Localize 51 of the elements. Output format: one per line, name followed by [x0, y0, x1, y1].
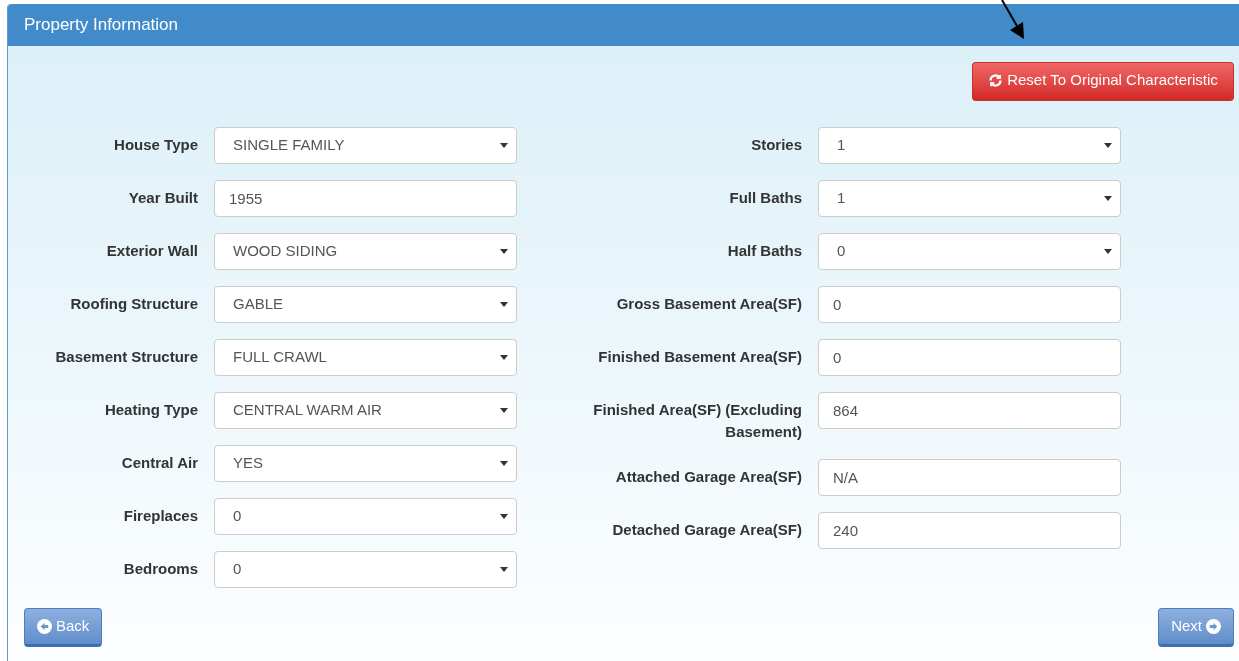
refresh-icon	[988, 73, 1004, 88]
caret-icon	[1104, 143, 1112, 148]
field-label: Stories	[750, 135, 802, 155]
caret-icon	[1104, 196, 1112, 201]
field-label: Full Baths	[728, 188, 802, 208]
caret-icon	[500, 567, 508, 572]
caret-icon	[500, 408, 508, 413]
field-label: Roofing Structure	[69, 294, 198, 314]
caret-icon	[500, 461, 508, 466]
field-label: Attached Garage Area(SF)	[614, 467, 802, 487]
field-label: House Type	[113, 135, 198, 155]
field-label: Central Air	[120, 453, 198, 473]
reset-button[interactable]: Reset To Original Characteristic	[972, 62, 1234, 101]
dropdown-field[interactable]: 0	[214, 498, 517, 535]
field-label: Finished Basement Area(SF)	[597, 347, 802, 367]
pointer-arrow	[1000, 0, 1026, 40]
caret-icon	[500, 143, 508, 148]
input-field[interactable]: 1955	[214, 180, 517, 217]
input-field[interactable]: 240	[818, 512, 1121, 549]
right-arrow-circle-icon	[1206, 619, 1221, 634]
field-label: Basement Structure	[54, 347, 198, 367]
dropdown-field[interactable]: CENTRAL WARM AIR	[214, 392, 517, 429]
field-label: Bedrooms	[122, 559, 198, 579]
field-label: Finished Area(SF) (Excluding Basement)	[592, 400, 802, 442]
field-label: Fireplaces	[122, 506, 198, 526]
caret-icon	[500, 355, 508, 360]
dropdown-field[interactable]: YES	[214, 445, 517, 482]
input-field[interactable]: 864	[818, 392, 1121, 429]
caret-icon	[500, 249, 508, 254]
caret-icon	[1104, 249, 1112, 254]
field-label: Gross Basement Area(SF)	[615, 294, 802, 314]
caret-icon	[500, 302, 508, 307]
left-arrow-circle-icon	[37, 619, 52, 634]
caret-icon	[500, 514, 508, 519]
input-field[interactable]: 0	[818, 339, 1121, 376]
dropdown-field[interactable]: 0	[818, 233, 1121, 270]
field-label: Half Baths	[726, 241, 802, 261]
input-field[interactable]: 0	[818, 286, 1121, 323]
input-field[interactable]: N/A	[818, 459, 1121, 496]
field-label: Exterior Wall	[105, 241, 198, 261]
panel-title: Property Information	[24, 14, 178, 37]
field-label: Heating Type	[103, 400, 198, 420]
dropdown-field[interactable]: 1	[818, 127, 1121, 164]
dropdown-field[interactable]: 1	[818, 180, 1121, 217]
dropdown-field[interactable]: 0	[214, 551, 517, 588]
dropdown-field[interactable]: FULL CRAWL	[214, 339, 517, 376]
field-label: Year Built	[127, 188, 198, 208]
dropdown-field[interactable]: WOOD SIDING	[214, 233, 517, 270]
dropdown-field[interactable]: GABLE	[214, 286, 517, 323]
field-label: Detached Garage Area(SF)	[611, 520, 802, 540]
dropdown-field[interactable]: SINGLE FAMILY	[214, 127, 517, 164]
